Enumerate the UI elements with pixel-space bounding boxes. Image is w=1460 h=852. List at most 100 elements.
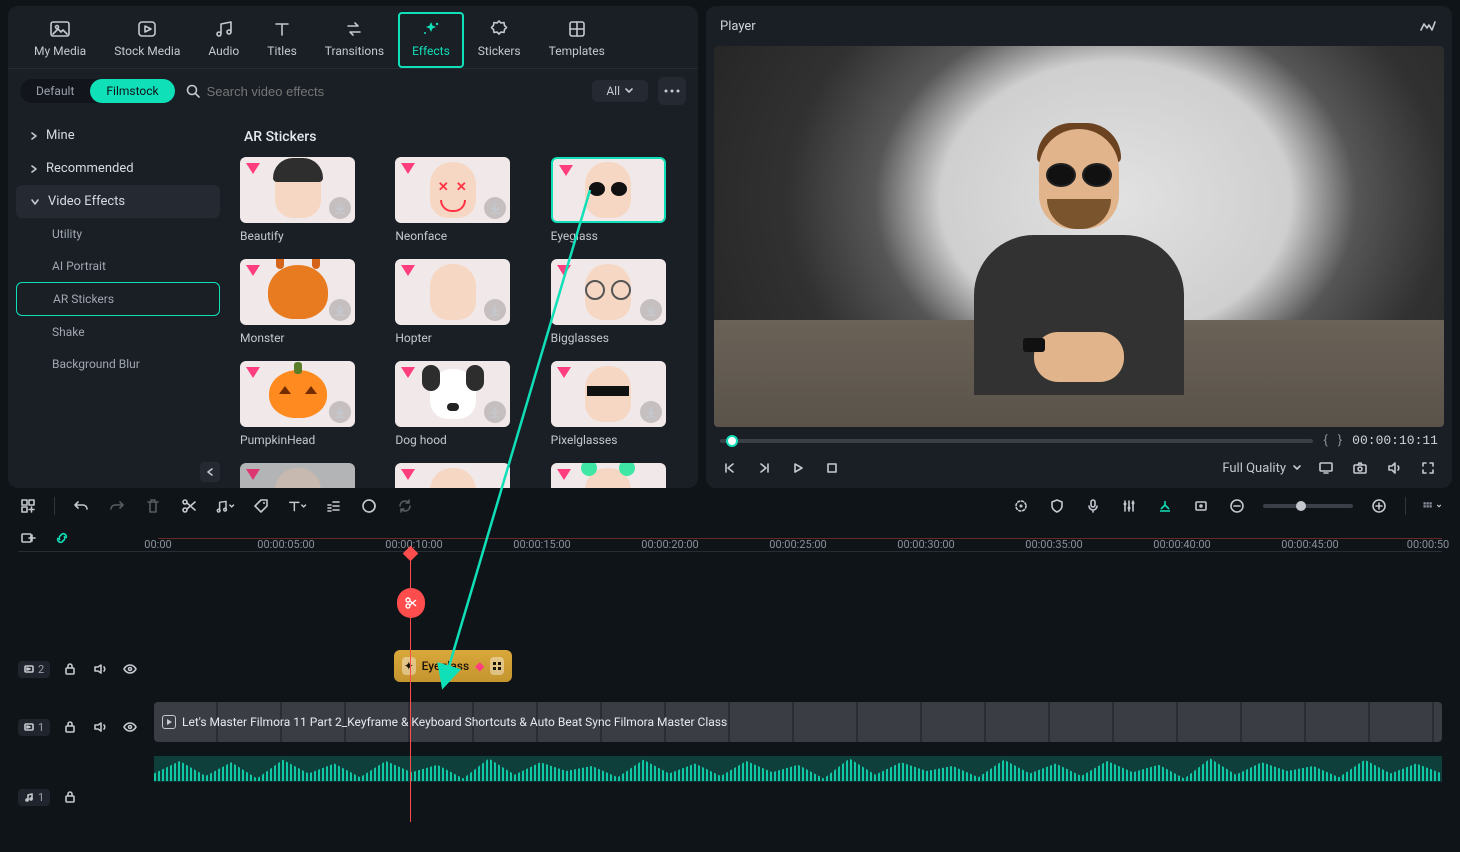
lock-icon[interactable] xyxy=(60,787,80,807)
ruler-mark: 00:00:25:00 xyxy=(769,538,826,551)
ruler-mark: 00:00:50 xyxy=(1407,538,1449,551)
tree-background-blur[interactable]: Background Blur xyxy=(16,348,220,380)
download-icon xyxy=(329,299,351,321)
tab-stickers[interactable]: Stickers xyxy=(464,12,535,68)
redo-icon[interactable] xyxy=(107,496,127,516)
text-tools-icon[interactable] xyxy=(287,496,307,516)
fullscreen-icon[interactable] xyxy=(1418,458,1438,478)
scrub-bar[interactable] xyxy=(720,439,1313,443)
split-icon[interactable] xyxy=(179,496,199,516)
tree-recommended[interactable]: Recommended xyxy=(16,152,220,185)
undo-icon[interactable] xyxy=(71,496,91,516)
add-track-icon[interactable] xyxy=(18,496,38,516)
zoom-slider[interactable] xyxy=(1263,504,1353,508)
next-frame-button[interactable] xyxy=(754,458,774,478)
zoom-in-icon[interactable] xyxy=(1369,496,1389,516)
filter-dropdown[interactable]: All xyxy=(592,80,648,102)
audio-waveform[interactable] xyxy=(154,756,1442,782)
track-index: 1 xyxy=(38,721,44,734)
tree-video-effects[interactable]: Video Effects xyxy=(16,185,220,218)
effect-card-neonface[interactable]: ✕✕ Neonface xyxy=(395,157,522,243)
effect-card-partial-2[interactable]: ✕ xyxy=(395,463,522,488)
refresh-icon[interactable] xyxy=(395,496,415,516)
effect-clip[interactable]: ✦ Eyeglass ◆ xyxy=(394,650,512,682)
mixer-icon[interactable] xyxy=(1119,496,1139,516)
tab-stock-media[interactable]: Stock Media xyxy=(100,12,194,68)
tab-audio[interactable]: Audio xyxy=(194,12,253,68)
collapse-sidebar-button[interactable] xyxy=(200,462,220,482)
volume-icon[interactable] xyxy=(1384,458,1404,478)
tree-utility[interactable]: Utility xyxy=(16,218,220,250)
effect-card-beautify[interactable]: Beautify xyxy=(240,157,367,243)
player-title: Player xyxy=(720,19,756,34)
effect-card-hopter[interactable]: Hopter xyxy=(395,259,522,345)
mute-icon[interactable] xyxy=(90,659,110,679)
lock-icon[interactable] xyxy=(60,659,80,679)
display-icon[interactable] xyxy=(1316,458,1336,478)
tab-my-media[interactable]: My Media xyxy=(20,12,100,68)
visibility-icon[interactable] xyxy=(120,717,140,737)
speed-icon[interactable] xyxy=(323,496,343,516)
link-icon[interactable] xyxy=(52,528,72,548)
tab-effects[interactable]: Effects xyxy=(398,12,464,68)
play-button[interactable] xyxy=(788,458,808,478)
search-input[interactable] xyxy=(207,84,583,99)
timeline-add-track-icon[interactable] xyxy=(18,528,38,548)
audio-tools-icon[interactable] xyxy=(215,496,235,516)
visibility-icon[interactable] xyxy=(120,659,140,679)
zoom-knob[interactable] xyxy=(1296,501,1306,511)
auto-icon[interactable] xyxy=(1011,496,1031,516)
effect-card-bigglasses[interactable]: Bigglasses xyxy=(551,259,678,345)
tab-transitions[interactable]: Transitions xyxy=(311,12,398,68)
effects-sidebar: Mine Recommended Video Effects Utility A… xyxy=(8,113,228,488)
ruler-mark: 00:00 xyxy=(144,538,171,551)
cut-bubble[interactable] xyxy=(397,588,425,618)
delete-icon[interactable] xyxy=(143,496,163,516)
quality-dropdown[interactable]: Full Quality xyxy=(1222,461,1302,476)
mute-icon[interactable] xyxy=(90,717,110,737)
bracket-out-icon[interactable]: } xyxy=(1338,433,1342,448)
snapshot-icon[interactable] xyxy=(1350,458,1370,478)
tab-label: Audio xyxy=(208,44,239,58)
picture-icon xyxy=(49,18,71,40)
chevron-right-icon xyxy=(30,131,38,141)
scrub-handle[interactable] xyxy=(726,435,738,447)
lock-icon[interactable] xyxy=(60,717,80,737)
effect-card-dog-hood[interactable]: Dog hood xyxy=(395,361,522,447)
tab-titles[interactable]: Titles xyxy=(253,12,310,68)
scope-icon[interactable] xyxy=(1418,16,1438,36)
tab-label: Templates xyxy=(549,44,605,58)
effect-card-pixelglasses[interactable]: Pixelglasses xyxy=(551,361,678,447)
more-button[interactable] xyxy=(658,77,686,105)
effect-card-monster[interactable]: Monster xyxy=(240,259,367,345)
effect-label: Bigglasses xyxy=(551,331,678,345)
prev-frame-button[interactable] xyxy=(720,458,740,478)
tab-templates[interactable]: Templates xyxy=(535,12,619,68)
zoom-out-icon[interactable] xyxy=(1227,496,1247,516)
tree-ar-stickers[interactable]: AR Stickers xyxy=(16,282,220,316)
stop-button[interactable] xyxy=(822,458,842,478)
bracket-in-icon[interactable]: { xyxy=(1323,433,1327,448)
color-icon[interactable] xyxy=(359,496,379,516)
tree-ai-portrait[interactable]: AI Portrait xyxy=(16,250,220,282)
tree-shake[interactable]: Shake xyxy=(16,316,220,348)
effect-card-pumpkinhead[interactable]: PumpkinHead xyxy=(240,361,367,447)
shield-icon[interactable] xyxy=(1047,496,1067,516)
preview-area[interactable] xyxy=(714,46,1444,427)
marker-icon[interactable] xyxy=(1155,496,1175,516)
timeline-ruler[interactable]: 00:00 00:00:05:00 00:00:10:00 00:00:15:0… xyxy=(18,524,1442,552)
tree-mine[interactable]: Mine xyxy=(16,119,220,152)
pill-filmstock[interactable]: Filmstock xyxy=(90,79,174,103)
effect-card-partial-3[interactable] xyxy=(551,463,678,488)
tag-icon[interactable] xyxy=(251,496,271,516)
effect-card-eyeglass[interactable]: Eyeglass xyxy=(551,157,678,243)
video-clip[interactable]: Let's Master Filmora 11 Part 2_Keyframe … xyxy=(154,702,1442,742)
pill-default[interactable]: Default xyxy=(20,79,90,103)
mic-icon[interactable] xyxy=(1083,496,1103,516)
effect-card-partial-1[interactable] xyxy=(240,463,367,488)
ruler-mark: 00:00:15:00 xyxy=(513,538,570,551)
search-box[interactable] xyxy=(185,83,583,99)
crop-icon[interactable] xyxy=(1191,496,1211,516)
tab-label: My Media xyxy=(34,44,86,58)
view-mode-icon[interactable] xyxy=(1422,496,1442,516)
